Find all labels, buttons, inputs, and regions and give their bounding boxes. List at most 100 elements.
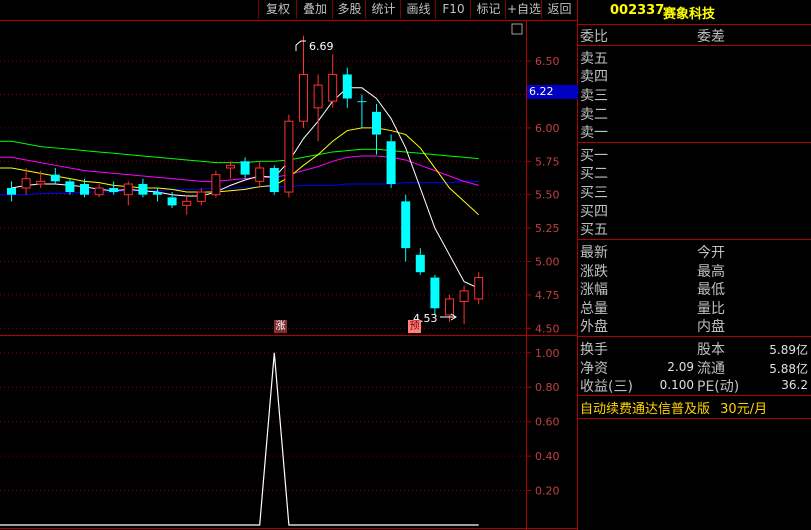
outer-volume-label: 外盘 [580, 319, 608, 335]
candle-body [167, 197, 177, 206]
net-assets-value: 2.09 [667, 360, 694, 374]
candle-body [226, 164, 235, 169]
candle-body [182, 200, 192, 206]
candle-body [299, 73, 308, 122]
share-capital-label: 股本 [697, 342, 725, 358]
turnover-label: 换手 [580, 342, 608, 358]
candle-body [459, 290, 469, 303]
sell-4-label: 卖四 [580, 69, 608, 85]
indicator-chart[interactable] [0, 336, 526, 528]
candle [138, 178, 148, 198]
candle [182, 194, 192, 215]
candle [342, 67, 352, 108]
float-value: 5.88亿 [769, 362, 808, 376]
candle [415, 248, 425, 275]
candle-body [313, 84, 323, 109]
candle [445, 294, 454, 322]
candle-body [269, 167, 279, 193]
candle [123, 181, 133, 206]
candle-body [65, 181, 75, 193]
candle-body [372, 111, 381, 135]
weibi-divider [578, 45, 811, 46]
candle-body [7, 188, 16, 195]
candle [109, 181, 119, 195]
open-label: 今开 [697, 245, 725, 261]
candle-body [240, 161, 250, 175]
current-price-tag: 6.22 [527, 85, 578, 99]
candle-body [430, 277, 440, 309]
candle-body [386, 141, 396, 185]
axis-tick-label: 6.50 [535, 55, 560, 68]
candle [328, 54, 338, 108]
candlestick-chart[interactable]: 6.69 4.53 [0, 21, 526, 335]
candle-body [36, 180, 46, 185]
candle-body [153, 192, 162, 195]
axis-tick-label: 4.75 [535, 289, 560, 302]
candle-body [80, 184, 89, 195]
axis-tick-label: 6.00 [535, 122, 560, 135]
candle [357, 94, 367, 128]
candle [299, 35, 308, 128]
eps-value: 0.100 [659, 378, 694, 392]
zhang-marker[interactable]: 涨 [274, 320, 287, 333]
axis-tick-label: 0.80 [535, 381, 560, 394]
sell-1-label: 卖一 [580, 125, 608, 141]
candle [284, 114, 294, 198]
buy-2-label: 买二 [580, 166, 608, 182]
change-pct-label: 涨幅 [580, 282, 608, 298]
add-favorite-button[interactable]: +自选 [505, 0, 542, 19]
overlay-button[interactable]: 叠加 [296, 0, 333, 19]
weicha-label: 委差 [697, 29, 725, 45]
candle-body [196, 191, 206, 202]
indicator-line [0, 352, 479, 526]
high-label: 最高 [697, 264, 725, 280]
candle-body [284, 120, 294, 193]
candle [386, 134, 396, 189]
candle [211, 170, 221, 198]
ad-divider [578, 418, 811, 419]
candle [255, 161, 265, 189]
sell-buy-divider [578, 142, 811, 143]
low-label: 最低 [697, 282, 725, 298]
draw-line-button[interactable]: 画线 [400, 0, 436, 19]
stats-ad-divider [578, 395, 811, 396]
back-button[interactable]: 返回 [541, 0, 578, 19]
inner-volume-label: 内盘 [697, 319, 725, 335]
eps-label: 收益(三) [580, 379, 633, 395]
multi-stock-button[interactable]: 多股 [332, 0, 366, 19]
candle [474, 272, 484, 305]
candle [240, 157, 250, 179]
axis-tick-label: 0.40 [535, 450, 560, 463]
candle [50, 167, 60, 185]
candle-body [445, 298, 454, 316]
candle-body [211, 174, 221, 196]
candle [226, 161, 235, 179]
axis-tick-label: 4.50 [535, 322, 560, 335]
sell-2-label: 卖二 [580, 107, 608, 123]
window-toggle-icon[interactable] [511, 23, 523, 35]
indicator-axis: 1.00 0.80 0.60 0.40 0.20 [527, 347, 560, 498]
ad-price: 30元/月 [720, 402, 768, 417]
yu-marker[interactable]: 预 [408, 320, 421, 333]
axis-tick-label: 5.25 [535, 222, 560, 235]
sell-3-label: 卖三 [580, 88, 608, 104]
axis-tick-label: 0.60 [535, 416, 560, 429]
candle [21, 167, 31, 195]
stats-button[interactable]: 统计 [365, 0, 401, 19]
candle [430, 274, 440, 315]
subscription-ad[interactable]: 自动续费通达信普及版 30元/月 [580, 398, 767, 417]
mark-button[interactable]: 标记 [470, 0, 506, 19]
candle-body [50, 174, 60, 182]
high-annotation: 6.69 [295, 40, 334, 53]
price-axis: 6.506.256.005.755.505.255.004.754.50 [527, 55, 560, 335]
candle-body [138, 184, 148, 195]
axis-tick-label: 5.00 [535, 256, 560, 269]
panel-divider [577, 0, 578, 530]
ad-text: 自动续费通达信普及版 [580, 402, 711, 417]
fuquan-button[interactable]: 复权 [258, 0, 297, 19]
candle-body [401, 201, 411, 249]
axis-tick-label: 1.00 [535, 347, 560, 360]
f10-button[interactable]: F10 [435, 0, 471, 19]
candle [94, 184, 104, 198]
volume-label: 总量 [580, 301, 608, 317]
